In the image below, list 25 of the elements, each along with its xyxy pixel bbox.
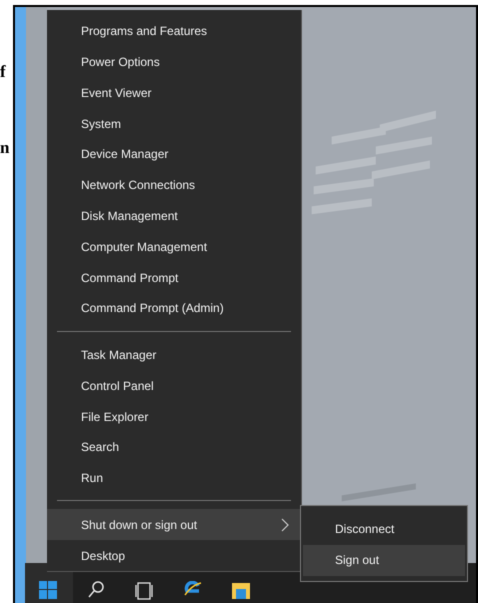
menu-item[interactable]: Event Viewer xyxy=(47,78,301,108)
menu-item[interactable]: Run xyxy=(47,462,301,494)
menu-item[interactable]: Power Options xyxy=(47,46,301,78)
menu-item[interactable]: Task Manager xyxy=(47,340,301,370)
menu-item[interactable]: Programs and Features xyxy=(47,16,301,47)
menu-item[interactable]: Search xyxy=(47,432,301,463)
text-fragment: n xyxy=(0,138,10,158)
menu-item[interactable]: Network Connections xyxy=(47,170,301,201)
menu-item[interactable]: Disk Management xyxy=(47,200,301,232)
menu-item[interactable]: File Explorer xyxy=(47,401,301,432)
folder-icon[interactable] xyxy=(231,581,251,601)
menu-item[interactable]: Sign out xyxy=(303,544,465,576)
menu-item[interactable]: Computer Management xyxy=(47,231,301,262)
task-view-icon[interactable] xyxy=(135,581,155,601)
menu-item[interactable]: Command Prompt xyxy=(47,262,301,293)
menu-item[interactable]: Control Panel xyxy=(47,370,301,402)
menu-item[interactable]: Command Prompt (Admin) xyxy=(47,292,301,324)
menu-item[interactable]: Shut down or sign out xyxy=(47,509,301,540)
menu-item[interactable]: Disconnect xyxy=(303,513,465,544)
start-icon[interactable] xyxy=(39,581,59,601)
menu-item[interactable]: System xyxy=(47,108,301,140)
text-fragment: f xyxy=(0,62,7,82)
menu-item[interactable]: Desktop xyxy=(47,540,301,571)
menu-item[interactable]: Device Manager xyxy=(47,139,301,170)
chevron-icon xyxy=(281,518,289,532)
